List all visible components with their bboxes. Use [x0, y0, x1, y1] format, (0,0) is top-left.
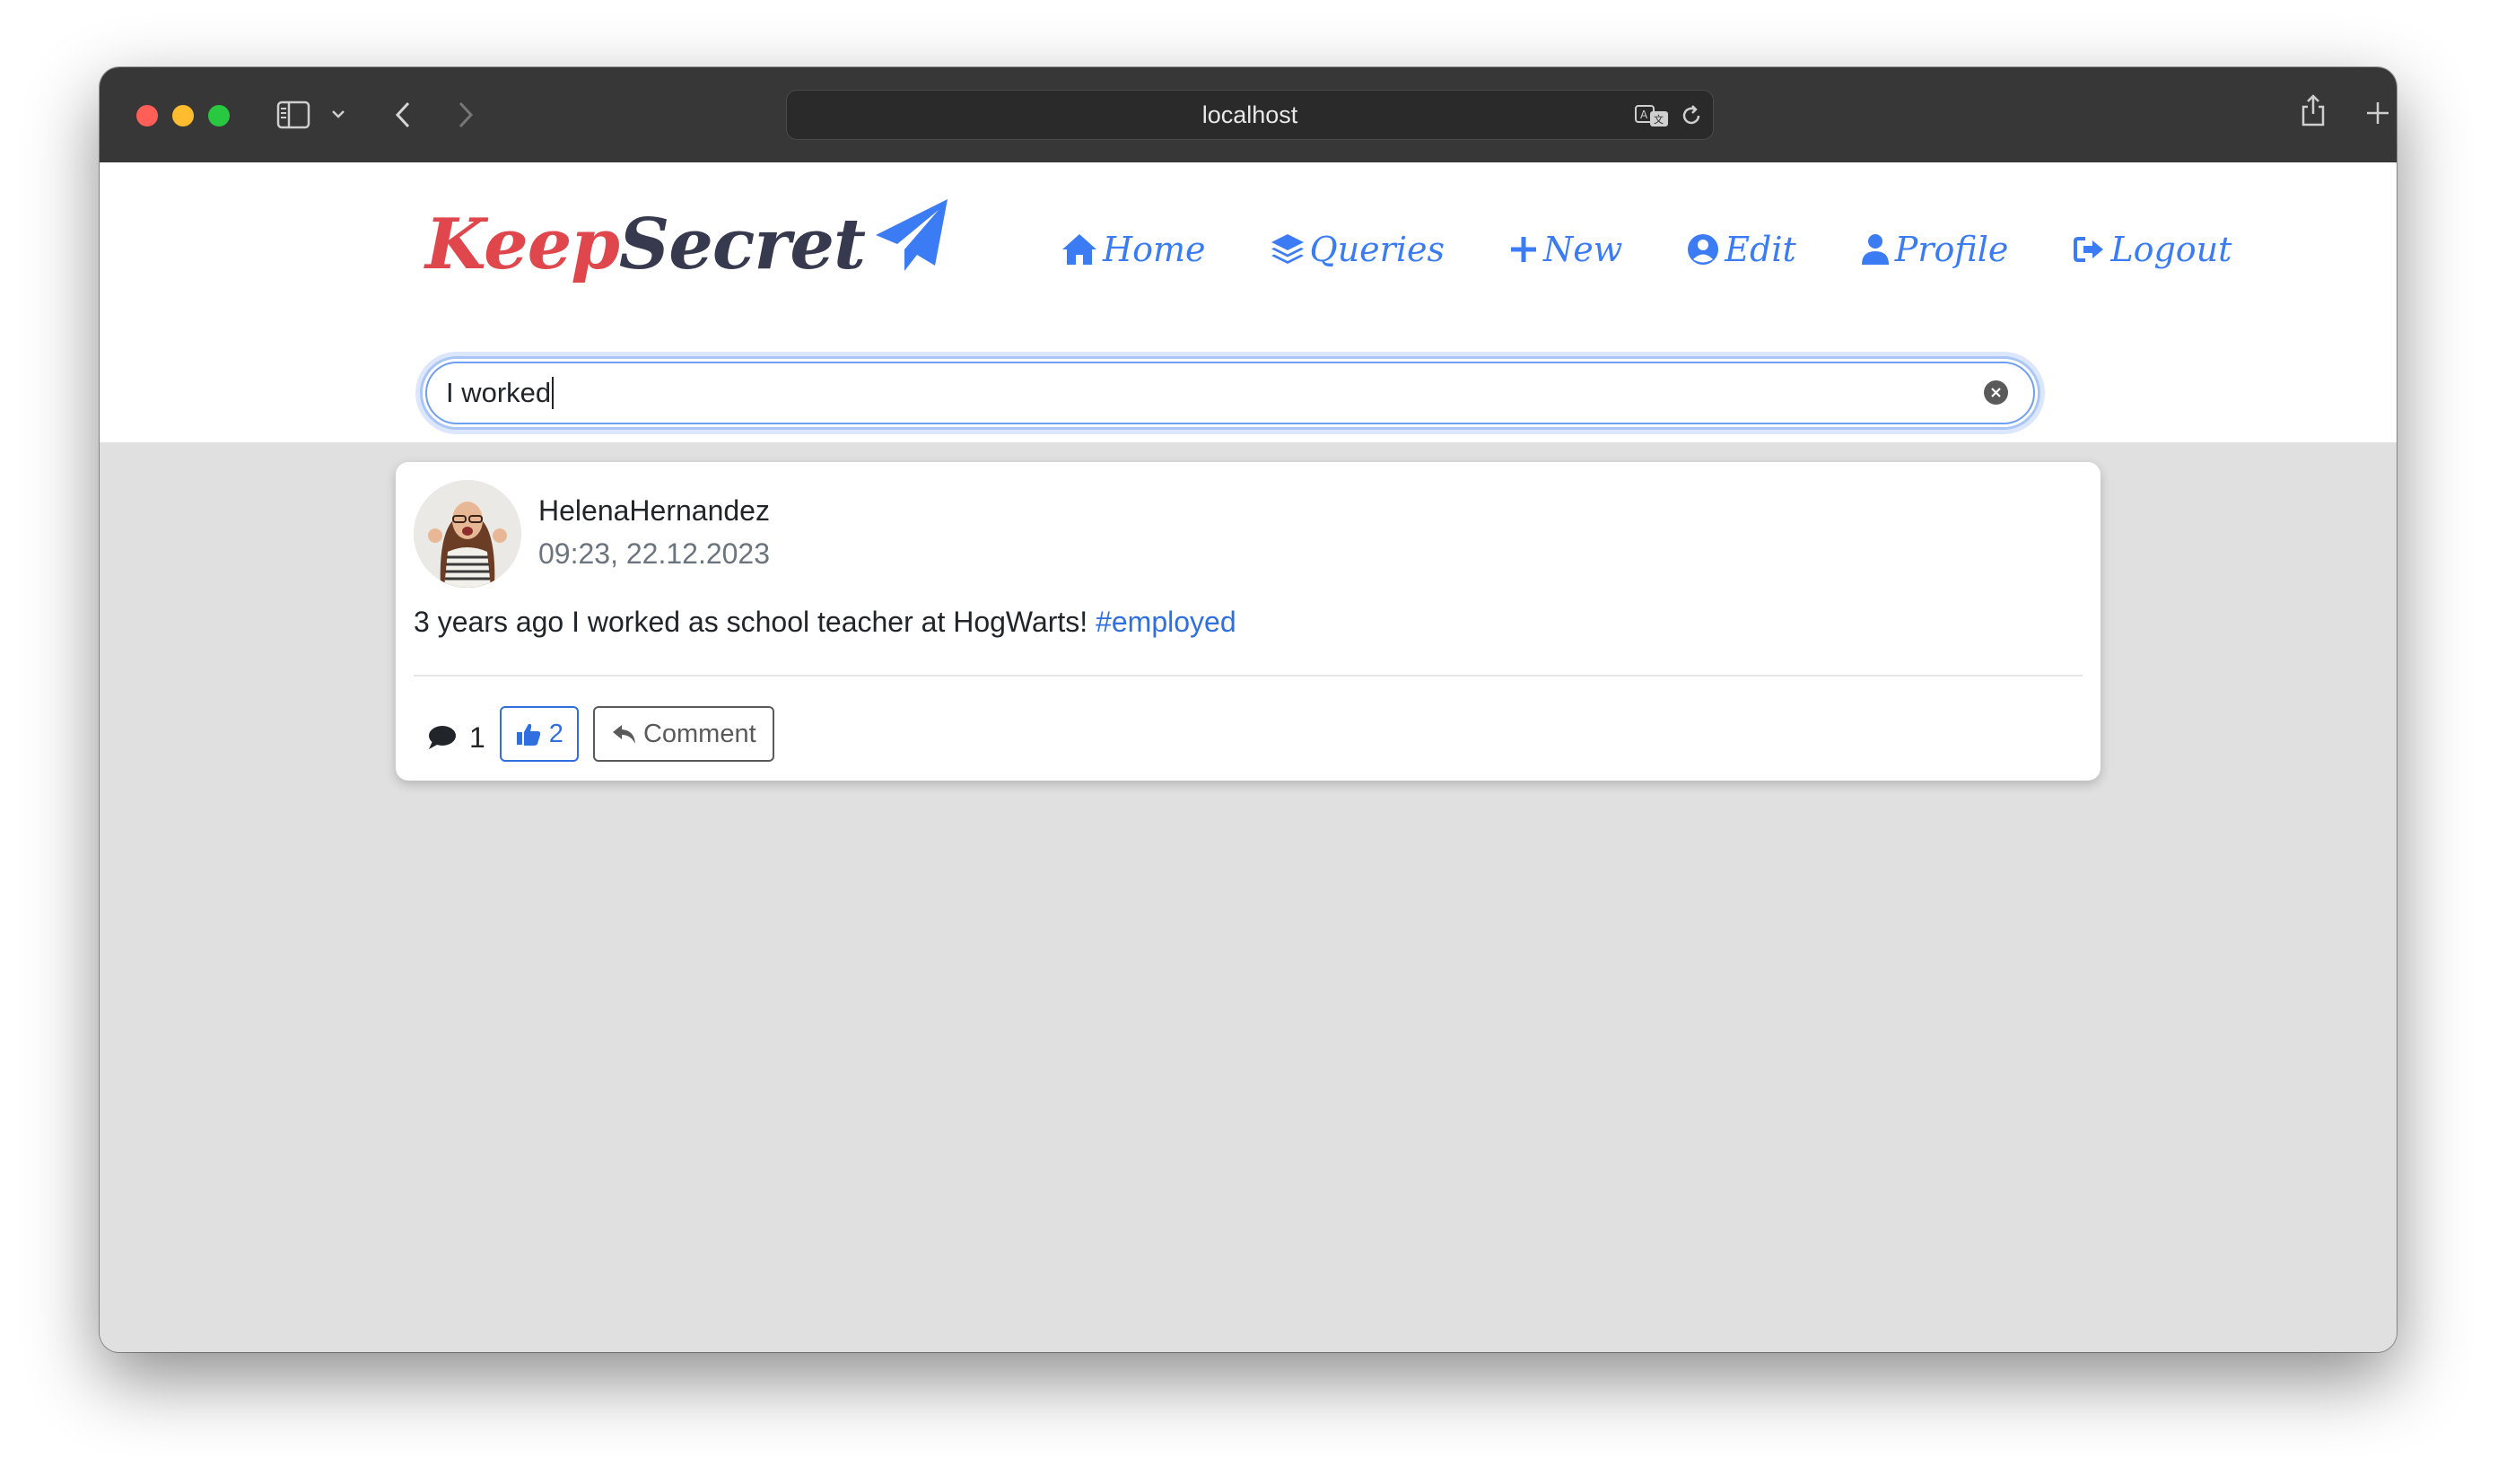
main-nav: Home Queries New Edit Profile Logout — [1060, 230, 2232, 269]
nav-logout[interactable]: Logout — [2071, 230, 2232, 269]
close-icon — [1991, 388, 2001, 397]
user-icon — [1861, 234, 1889, 265]
page-content: Keep Secret Home Queries New Edit Profil… — [100, 162, 2397, 1352]
thumbs-up-icon — [516, 723, 541, 746]
post-username[interactable]: HelenaHernandez — [538, 494, 770, 528]
back-arrow-icon[interactable] — [392, 100, 414, 130]
search-bar[interactable]: I worked — [420, 356, 2040, 430]
text-caret — [552, 377, 555, 409]
post-timestamp: 09:23, 22.12.2023 — [538, 537, 771, 570]
close-window-button[interactable] — [136, 105, 158, 127]
share-icon[interactable] — [2300, 92, 2327, 128]
comment-button[interactable]: Comment — [592, 706, 774, 762]
browser-window: localhost A 文 Keep Secret Home Queries N… — [100, 67, 2397, 1352]
paper-plane-icon — [876, 199, 948, 271]
comment-button-label: Comment — [642, 719, 756, 748]
nav-profile-label: Profile — [1894, 230, 2009, 269]
nav-home-label: Home — [1103, 230, 1206, 269]
keepsecret-logo[interactable]: Keep Secret — [425, 195, 951, 293]
nav-edit-label: Edit — [1725, 230, 1796, 269]
comment-bubble-icon — [429, 726, 456, 749]
logo-text-keep: Keep — [425, 203, 620, 285]
post-actions: 1 2 Comment — [414, 706, 774, 762]
nav-new[interactable]: New — [1507, 230, 1622, 269]
like-button[interactable]: 2 — [499, 706, 579, 762]
nav-queries[interactable]: Queries — [1269, 230, 1445, 269]
post-divider — [414, 675, 2083, 677]
nav-queries-label: Queries — [1309, 230, 1445, 269]
logo-text-secret: Secret — [618, 203, 866, 285]
nav-home[interactable]: Home — [1060, 230, 1206, 269]
user-circle-icon — [1688, 234, 1719, 265]
nav-new-label: New — [1542, 230, 1623, 269]
url-text: localhost — [1201, 100, 1298, 128]
avatar[interactable] — [414, 480, 521, 588]
new-tab-icon[interactable] — [2364, 100, 2391, 127]
nav-edit[interactable]: Edit — [1685, 230, 1796, 269]
sidebar-toggle-icon[interactable] — [276, 100, 310, 129]
search-input[interactable]: I worked — [446, 359, 1966, 427]
post-text: 3 years ago I worked as school teacher a… — [414, 606, 1096, 638]
page-header: Keep Secret Home Queries New Edit Profil… — [100, 162, 2397, 442]
logout-icon — [2074, 237, 2104, 262]
address-bar[interactable]: localhost A 文 — [786, 90, 1714, 140]
post-card: HelenaHernandez 09:23, 22.12.2023 3 year… — [396, 462, 2101, 781]
comment-count: 1 — [414, 721, 485, 755]
plus-icon — [1510, 237, 1536, 262]
reply-icon — [612, 725, 635, 744]
svg-text:A: A — [1640, 109, 1648, 121]
like-count: 2 — [548, 719, 563, 748]
svg-text:文: 文 — [1654, 113, 1664, 126]
nav-logout-label: Logout — [2110, 230, 2232, 269]
reload-icon[interactable] — [1679, 103, 1704, 128]
maximize-window-button[interactable] — [208, 105, 230, 127]
translate-icon[interactable]: A 文 — [1634, 103, 1670, 128]
chevron-down-icon[interactable] — [331, 109, 345, 119]
layers-icon — [1271, 234, 1304, 264]
search-input-value: I worked — [446, 377, 552, 408]
forward-arrow-icon[interactable] — [455, 100, 476, 130]
minimize-window-button[interactable] — [172, 105, 194, 127]
browser-toolbar: localhost A 文 — [100, 67, 2397, 162]
hashtag-link[interactable]: #employed — [1096, 606, 1236, 638]
clear-search-button[interactable] — [1984, 380, 2008, 405]
nav-profile[interactable]: Profile — [1859, 230, 2009, 269]
avatar-image — [414, 480, 521, 588]
post-body: 3 years ago I worked as school teacher a… — [414, 606, 1236, 639]
comment-count-value: 1 — [469, 720, 485, 754]
home-icon — [1062, 234, 1096, 265]
